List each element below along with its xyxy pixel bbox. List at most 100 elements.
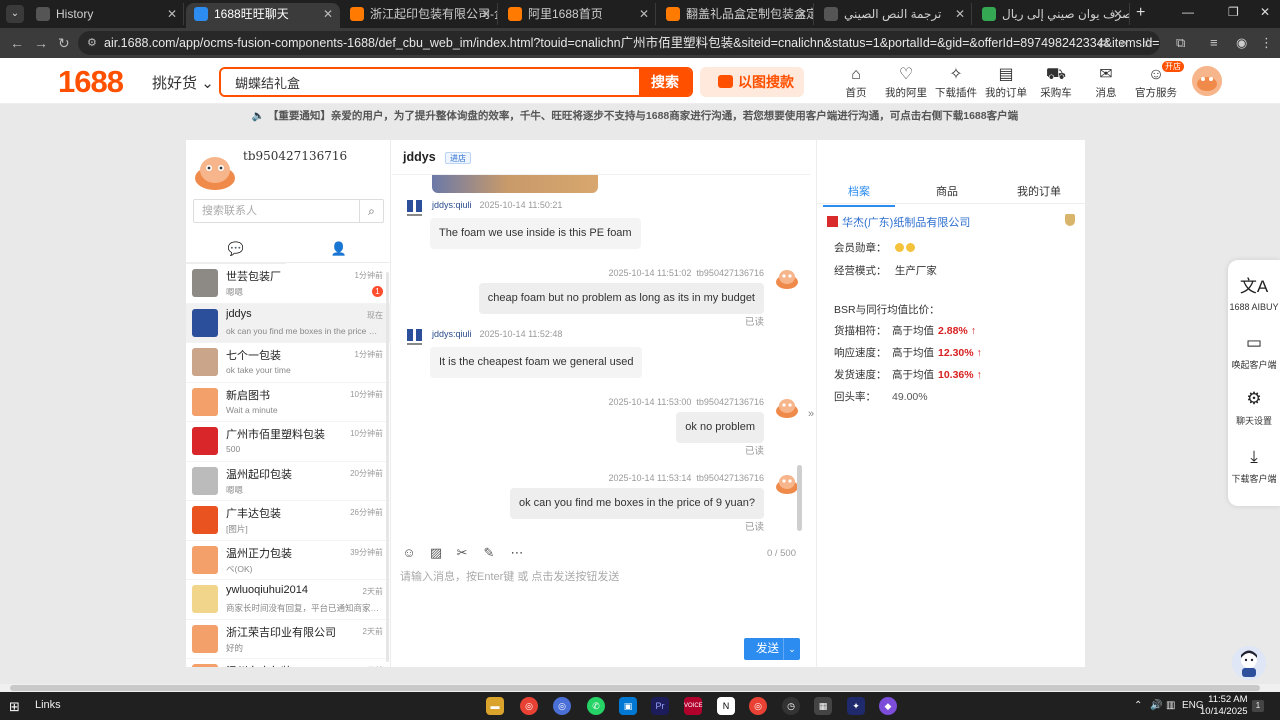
header-nav-item[interactable]: ☺ 官方服务 开店 [1126, 61, 1186, 100]
taskbar-clock[interactable]: 11:52 AM 10/14/2025 [1200, 694, 1248, 718]
chrome-profile-icon[interactable]: ◎ [553, 697, 571, 715]
scrollbar-thumb[interactable] [10, 685, 1260, 691]
contact-item[interactable]: 浙江荣吉印业有限公司 2天前 好的 [186, 620, 391, 659]
search-input[interactable] [221, 69, 631, 95]
media-icon[interactable]: ≡ [1210, 34, 1218, 52]
floatbar-item[interactable]: ▭ 唤起客户端 [1228, 332, 1280, 371]
image-search-button[interactable]: 以图搜款 [700, 67, 804, 97]
store-icon[interactable]: ▣ [619, 697, 637, 715]
search-icon[interactable]: ⌕ [359, 200, 383, 222]
contact-item[interactable]: 世芸包装厂 1分钟前 嗯嗯 1 [186, 264, 391, 304]
browser-tab[interactable]: 翻盖礼品盒定制包装盒定做中号...✕ [658, 3, 814, 25]
new-tab-button[interactable]: + [1136, 4, 1145, 22]
browser-tab[interactable]: 浙江起印包装有限公司-企业信...✕ [342, 3, 498, 25]
contact-item[interactable]: 温州正力包装 39分钟前 ベ(OK) [186, 541, 391, 580]
voicemod-icon[interactable]: VOICE [684, 697, 703, 715]
close-tab-icon[interactable]: ✕ [797, 3, 807, 25]
forward-icon[interactable]: → [34, 34, 48, 52]
premiere-icon[interactable]: Pr [651, 697, 669, 715]
browser-tab[interactable]: ترجمة النص الصيني ✕ [816, 3, 972, 25]
contact-list-scrollbar[interactable] [386, 272, 389, 662]
app-icon[interactable]: ✦ [847, 697, 865, 715]
message-bubble-outgoing[interactable]: cheap foam but no problem as long as its… [478, 283, 764, 314]
assistant-avatar[interactable] [1232, 646, 1266, 680]
maximize-icon[interactable]: ❐ [1228, 5, 1239, 19]
message-bubble-outgoing[interactable]: ok can you find me boxes in the price of… [509, 488, 764, 519]
contact-item[interactable]: 温州东方包装 2天前 [186, 659, 391, 667]
company-link[interactable]: 华杰(广东)纸制品有限公司 [827, 214, 970, 230]
browser-tab[interactable]: History ✕ [28, 3, 184, 25]
notification-badge[interactable]: 1 [1252, 700, 1264, 712]
my-avatar[interactable] [194, 150, 236, 190]
profile-icon[interactable]: ◉ [1236, 34, 1247, 52]
close-tab-icon[interactable]: ✕ [955, 3, 965, 25]
close-tab-icon[interactable]: ✕ [481, 3, 491, 25]
message-bubble-outgoing[interactable]: ok no problem [676, 412, 764, 443]
floatbar-item[interactable]: 文A 1688 AIBUY [1228, 276, 1280, 312]
image-upload-icon[interactable]: ▨ [427, 544, 445, 562]
browser-tab[interactable]: 1688旺旺聊天 ✕ [186, 3, 340, 28]
tab-my-orders[interactable]: 我的订单 [997, 183, 1081, 199]
minimize-icon[interactable]: — [1182, 5, 1194, 19]
contact-item[interactable]: 广州市佰里塑料包装 10分钟前 500 [186, 422, 391, 462]
whatsapp-icon[interactable]: ✆ [587, 697, 605, 715]
message-bubble-incoming[interactable]: The foam we use inside is this PE foam [430, 218, 641, 249]
tab-search-icon[interactable]: ⌄ [6, 5, 24, 23]
send-options-chevron-icon[interactable]: ⌄ [783, 638, 800, 660]
close-tab-icon[interactable]: ✕ [167, 3, 177, 25]
1688-logo[interactable]: 1688 [58, 64, 124, 100]
zoom-icon[interactable]: ⌕ [1120, 34, 1127, 52]
message-input[interactable]: 请输入消息，按Enter键 或 点击发送按钮发送 [400, 568, 800, 628]
contact-item[interactable]: 七个一包装 1分钟前 ok take your time [186, 343, 391, 383]
user-avatar[interactable] [1192, 66, 1222, 96]
close-tab-icon[interactable]: ✕ [323, 3, 333, 25]
enter-shop-button[interactable]: 进店 [445, 152, 471, 164]
emoji-icon[interactable]: ☺ [400, 544, 418, 562]
contact-item[interactable]: ywluoqiuhui2014 2天前 商家长时间没有回复，平台已通知商家，... [186, 580, 391, 620]
links-toolbar[interactable]: Links [35, 699, 61, 711]
notion-icon[interactable]: N [717, 697, 735, 715]
contact-search-input[interactable]: 搜索联系人 ⌕ [193, 199, 384, 223]
close-tab-icon[interactable]: ✕ [639, 3, 649, 25]
url-field[interactable]: ⚙ air.1688.com/app/ocms-fusion-component… [78, 31, 1160, 55]
tab-profile[interactable]: 档案 [817, 183, 901, 207]
translate-page-icon[interactable]: ⇄ [1098, 34, 1109, 52]
floatbar-item[interactable]: ⤓ 下载客户端 [1228, 446, 1280, 485]
tab-contacts-icon[interactable]: 👤 [289, 238, 389, 260]
message-scrollbar[interactable] [797, 465, 802, 531]
chrome-icon[interactable]: ◎ [520, 697, 538, 715]
page-horizontal-scrollbar[interactable] [0, 684, 1280, 692]
pick-goods-menu[interactable]: 挑好货 ⌄ [152, 72, 214, 93]
network-icon[interactable]: ▥ [1166, 700, 1175, 711]
close-tab-icon[interactable]: ✕ [1113, 3, 1123, 25]
browser-tab[interactable]: سعر صرف يوان صيني إلى ريال ...✕ [974, 3, 1130, 25]
volume-icon[interactable]: 🔊 [1150, 700, 1162, 711]
chrome-active-icon[interactable]: ◎ [749, 697, 767, 715]
contact-item[interactable]: 广丰达包装 26分钟前 [图片] [186, 501, 391, 541]
tray-chevron-icon[interactable]: ⌃ [1134, 700, 1142, 711]
file-explorer-icon[interactable]: ▬ [486, 697, 504, 715]
reload-icon[interactable]: ↻ [58, 34, 70, 52]
image-message[interactable] [432, 175, 598, 193]
close-window-icon[interactable]: ✕ [1260, 5, 1270, 19]
contact-item[interactable]: 温州起印包装 20分钟前 嗯嗯 [186, 462, 391, 501]
quick-reply-icon[interactable]: ✎ [480, 544, 498, 562]
back-icon[interactable]: ← [10, 34, 24, 52]
windows-start-icon[interactable]: ⊞ [9, 699, 20, 715]
drop-app-icon[interactable]: ◆ [879, 697, 897, 715]
send-button[interactable]: 发送 ⌄ [744, 638, 800, 660]
floatbar-item[interactable]: ⚙ 聊天设置 [1228, 388, 1280, 427]
tab-chats-icon[interactable]: 💬 [186, 238, 286, 264]
collapse-panel-icon[interactable]: » [808, 408, 814, 420]
site-info-icon[interactable]: ⚙ [87, 31, 97, 55]
search-button[interactable]: 搜索 [639, 69, 691, 95]
extensions-icon[interactable]: ⧉ [1176, 34, 1185, 52]
tab-products[interactable]: 商品 [905, 183, 989, 199]
more-icon[interactable]: ⋯ [508, 544, 526, 562]
bookmark-star-icon[interactable]: ☆ [1142, 34, 1154, 52]
clock-app-icon[interactable]: ◷ [782, 697, 800, 715]
message-bubble-incoming[interactable]: It is the cheapest foam we general used [430, 347, 643, 378]
calculator-icon[interactable]: ▦ [814, 697, 832, 715]
contact-item[interactable]: 新启图书 10分钟前 Wait a minute [186, 383, 391, 422]
scissors-icon[interactable]: ✂ [453, 544, 471, 562]
